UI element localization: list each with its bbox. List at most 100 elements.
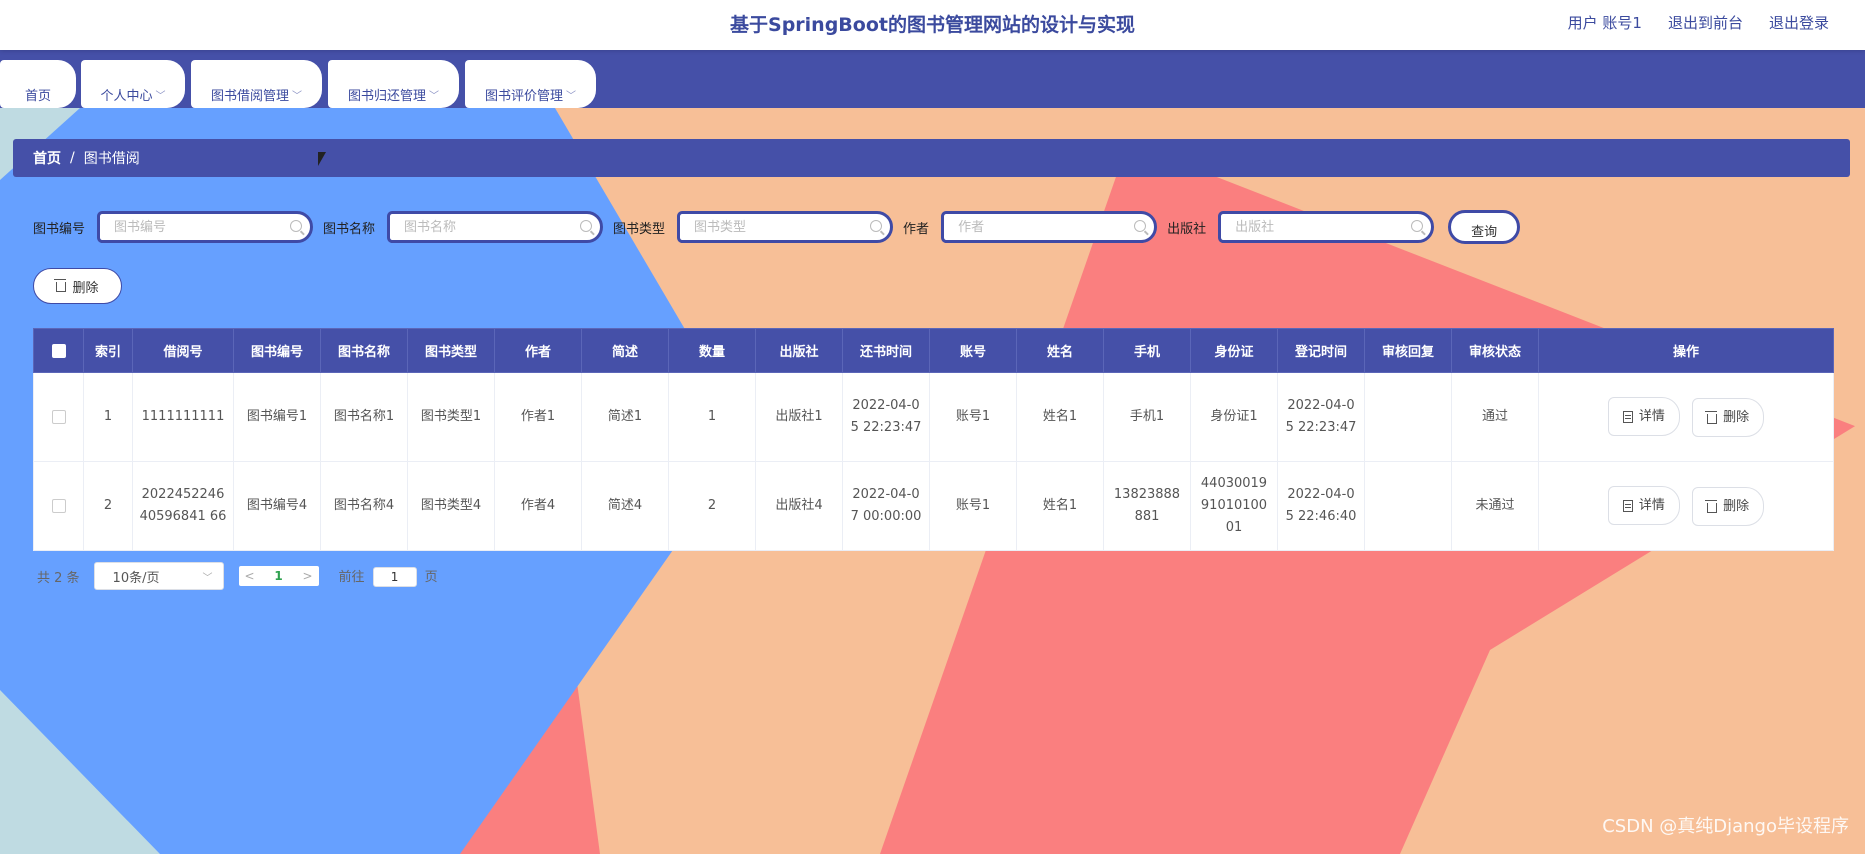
select-all-cell[interactable] — [33, 328, 84, 373]
select-all-checkbox[interactable] — [51, 343, 66, 358]
breadcrumb-home[interactable]: 首页 — [33, 148, 61, 168]
cell-reg-time: 2022-04-05 22:46:40 — [1277, 461, 1365, 551]
column-header: 姓名 — [1016, 328, 1104, 373]
search-icon — [290, 220, 303, 232]
cell-reply — [1364, 461, 1452, 551]
column-header: 登记时间 — [1277, 328, 1365, 373]
breadcrumb-current: 图书借阅 — [83, 151, 140, 167]
book-name-input[interactable] — [390, 214, 601, 240]
search-icon — [1134, 220, 1147, 232]
cell-status: 未通过 — [1451, 461, 1539, 551]
cell-publisher: 出版社4 — [755, 461, 843, 551]
search-field-book-name: 图书名称 — [323, 211, 604, 243]
cell-borrow-no: 1111111111 — [132, 372, 234, 462]
field-label: 图书类型 — [613, 221, 666, 237]
cell-phone: 13823888881 — [1103, 461, 1191, 551]
cell-id-card: 身份证1 — [1190, 372, 1278, 462]
field-label: 出版社 — [1167, 221, 1207, 237]
goto-page-input[interactable] — [372, 566, 417, 587]
column-header: 操作 — [1538, 328, 1834, 373]
cell-index: 2 — [83, 461, 133, 551]
chevron-down-icon: ﹀ — [202, 573, 213, 584]
cell-publisher: 出版社1 — [755, 372, 843, 462]
prev-page-icon[interactable]: < — [239, 569, 261, 583]
publisher-input[interactable] — [1221, 214, 1432, 240]
cell-name: 姓名1 — [1016, 461, 1104, 551]
row-select-cell[interactable] — [33, 461, 84, 551]
table-header-row: 索引 借阅号 图书编号 图书名称 图书类型 作者 简述 数量 出版社 还书时间 … — [33, 328, 1834, 373]
cell-book-name: 图书名称1 — [320, 372, 408, 462]
column-header: 图书编号 — [233, 328, 321, 373]
row-delete-button[interactable]: 删除 — [1692, 398, 1765, 437]
cell-book-type: 图书类型4 — [407, 461, 495, 551]
user-label[interactable]: 用户 账号1 — [1568, 12, 1642, 33]
next-page-icon[interactable]: > — [297, 569, 319, 583]
column-header: 审核状态 — [1451, 328, 1539, 373]
cell-summary: 简述4 — [581, 461, 669, 551]
total-count: 共 2 条 — [37, 570, 80, 586]
detail-button[interactable]: 详情 — [1607, 486, 1680, 525]
author-input[interactable] — [944, 214, 1155, 240]
trash-icon — [54, 279, 67, 292]
cell-reply — [1364, 372, 1452, 462]
mouse-cursor — [318, 152, 326, 166]
book-type-input[interactable] — [680, 214, 891, 240]
tab-label: 个人中心 — [100, 88, 153, 104]
column-header: 借阅号 — [132, 328, 234, 373]
column-header: 还书时间 — [842, 328, 930, 373]
column-header: 简述 — [581, 328, 669, 373]
cell-account: 账号1 — [929, 372, 1017, 462]
exit-front-link[interactable]: 退出到前台 — [1668, 12, 1743, 33]
cell-id-card: 440300199101010001 — [1190, 461, 1278, 551]
batch-delete-button[interactable]: 删除 — [33, 268, 122, 304]
tab-label: 图书借阅管理 — [210, 88, 289, 104]
trash-icon — [1705, 410, 1718, 424]
chevron-down-icon: ﹀ — [429, 90, 439, 102]
cell-actions: 详情 删除 — [1538, 372, 1834, 462]
goto-prefix: 前往 — [338, 569, 365, 585]
table-row: 2 202245224640596841 66 图书编号4 图书名称4 图书类型… — [33, 461, 1834, 551]
search-field-book-no: 图书编号 — [33, 211, 314, 243]
borrow-table: 索引 借阅号 图书编号 图书名称 图书类型 作者 简述 数量 出版社 还书时间 … — [33, 328, 1834, 551]
detail-button[interactable]: 详情 — [1607, 397, 1680, 436]
current-page[interactable]: 1 — [261, 569, 297, 583]
breadcrumb-separator: / — [70, 150, 75, 166]
cell-return-time: 2022-04-05 22:23:47 — [842, 372, 930, 462]
cell-return-time: 2022-04-07 00:00:00 — [842, 461, 930, 551]
row-checkbox[interactable] — [51, 498, 66, 513]
cell-author: 作者1 — [494, 372, 582, 462]
cell-phone: 手机1 — [1103, 372, 1191, 462]
column-header: 数量 — [668, 328, 756, 373]
breadcrumb: 首页 / 图书借阅 — [13, 139, 1850, 177]
row-checkbox[interactable] — [51, 409, 66, 424]
column-header: 账号 — [929, 328, 1017, 373]
logout-link[interactable]: 退出登录 — [1769, 12, 1829, 33]
cell-book-no: 图书编号1 — [233, 372, 321, 462]
column-header: 身份证 — [1190, 328, 1278, 373]
page-numbers: < 1 > — [238, 566, 319, 586]
watermark: CSDN @真纯Django毕设程序 — [1602, 816, 1849, 837]
query-button[interactable]: 查询 — [1448, 210, 1521, 244]
row-delete-button[interactable]: 删除 — [1692, 487, 1765, 526]
cell-name: 姓名1 — [1016, 372, 1104, 462]
tab-personal-center[interactable]: 个人中心 ﹀ — [81, 60, 185, 108]
chevron-down-icon: ﹀ — [566, 90, 576, 102]
tab-return-management[interactable]: 图书归还管理 ﹀ — [328, 60, 459, 108]
page-size-select[interactable]: 10条/页 ﹀ — [93, 562, 224, 590]
tab-home[interactable]: 首页 — [0, 60, 76, 108]
search-field-book-type: 图书类型 — [613, 211, 894, 243]
cell-borrow-no: 202245224640596841 66 — [132, 461, 234, 551]
cell-book-no: 图书编号4 — [233, 461, 321, 551]
tab-borrow-management[interactable]: 图书借阅管理 ﹀ — [191, 60, 322, 108]
cell-book-type: 图书类型1 — [407, 372, 495, 462]
detail-label: 详情 — [1638, 497, 1665, 513]
tab-review-management[interactable]: 图书评价管理 ﹀ — [465, 60, 596, 108]
cell-author: 作者4 — [494, 461, 582, 551]
row-select-cell[interactable] — [33, 372, 84, 462]
book-no-input[interactable] — [100, 214, 311, 240]
field-label: 图书编号 — [33, 221, 86, 237]
search-field-publisher: 出版社 — [1167, 211, 1435, 243]
tab-label: 图书评价管理 — [484, 88, 563, 104]
detail-label: 详情 — [1638, 408, 1665, 424]
cell-status: 通过 — [1451, 372, 1539, 462]
